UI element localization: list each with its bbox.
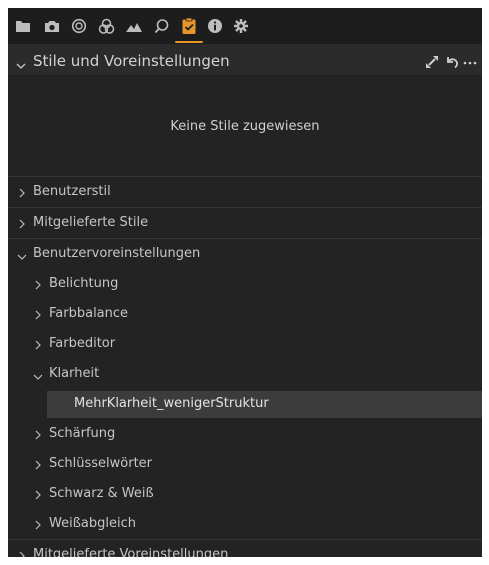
tree-item-mehrklarheit-preset[interactable]: MehrKlarheit_wenigerStruktur: [8, 389, 482, 419]
tool-tabs-toolbar: [8, 8, 482, 45]
chevron-right-icon: [35, 429, 42, 444]
clipboard-icon[interactable]: [180, 17, 198, 35]
chevron-right-icon: [19, 187, 26, 202]
tree-item-farbbalance[interactable]: Farbbalance: [8, 299, 482, 329]
chevron-right-icon: [35, 489, 42, 504]
search-icon[interactable]: [153, 17, 171, 35]
tree-item-label: Farbeditor: [49, 336, 116, 351]
chevron-down-icon: [33, 370, 43, 385]
info-icon[interactable]: [206, 17, 224, 35]
tree-item-label: Schwarz & Weiß: [49, 486, 154, 501]
tree-item-label: MehrKlarheit_wenigerStruktur: [74, 396, 269, 411]
chevron-right-icon: [19, 550, 26, 557]
styles-panel: Stile und Voreinstellungen Keine Stile z…: [8, 8, 482, 557]
tree-item-benutzervoreinstellungen[interactable]: Benutzervoreinstellungen: [8, 238, 482, 269]
tool-title: Stile und Voreinstellungen: [33, 52, 230, 70]
tree-item-klarheit[interactable]: Klarheit: [8, 359, 482, 389]
camera-icon[interactable]: [43, 17, 61, 35]
expand-arrows-icon[interactable]: [425, 54, 439, 68]
landscape-icon[interactable]: [125, 17, 143, 35]
chevron-right-icon: [35, 459, 42, 474]
color-wheel-icon[interactable]: [70, 17, 88, 35]
chevron-right-icon: [35, 339, 42, 354]
tool-header[interactable]: Stile und Voreinstellungen: [8, 45, 482, 75]
chevron-right-icon: [35, 519, 42, 534]
tree-item-weissabgleich[interactable]: Weißabgleich: [8, 509, 482, 539]
color-balance-icon[interactable]: [97, 17, 115, 35]
more-icon[interactable]: [463, 54, 477, 68]
folder-icon[interactable]: [14, 17, 32, 35]
tree-item-label: Schlüsselwörter: [49, 456, 153, 471]
tree-item-belichtung[interactable]: Belichtung: [8, 269, 482, 299]
tree-item-label: Benutzerstil: [33, 184, 111, 199]
tree-item-mitgelieferte-stile[interactable]: Mitgelieferte Stile: [8, 207, 482, 238]
active-tab-indicator: [175, 41, 203, 43]
tree-item-farbeditor[interactable]: Farbeditor: [8, 329, 482, 359]
tree-item-schluesselwoerter[interactable]: Schlüsselwörter: [8, 449, 482, 479]
chevron-down-icon[interactable]: [16, 55, 26, 74]
tree-item-mitgelieferte-voreinstellungen[interactable]: Mitgelieferte Voreinstellungen: [8, 539, 482, 557]
tree-item-schaerfung[interactable]: Schärfung: [8, 419, 482, 449]
empty-styles-message: Keine Stile zugewiesen: [170, 119, 320, 134]
tree-item-label: Schärfung: [49, 426, 116, 441]
tree-item-schwarz-weiss[interactable]: Schwarz & Weiß: [8, 479, 482, 509]
settings-icon[interactable]: [232, 17, 250, 35]
tree-item-label: Mitgelieferte Stile: [33, 215, 149, 230]
tree-item-benutzerstil[interactable]: Benutzerstil: [8, 176, 482, 207]
tree-item-label: Farbbalance: [49, 306, 129, 321]
tree-item-label: Benutzervoreinstellungen: [33, 246, 201, 261]
chevron-right-icon: [35, 309, 42, 324]
chevron-down-icon: [17, 250, 27, 265]
tree-item-label: Belichtung: [49, 276, 119, 291]
chevron-right-icon: [35, 279, 42, 294]
tree-item-label: Mitgelieferte Voreinstellungen: [33, 547, 229, 557]
tree-item-label: Weißabgleich: [49, 516, 136, 531]
tree-item-label: Klarheit: [49, 366, 100, 381]
preset-tree: Benutzerstil Mitgelieferte Stile Benutze…: [8, 176, 482, 557]
reset-icon[interactable]: [445, 54, 459, 69]
chevron-right-icon: [19, 218, 26, 233]
